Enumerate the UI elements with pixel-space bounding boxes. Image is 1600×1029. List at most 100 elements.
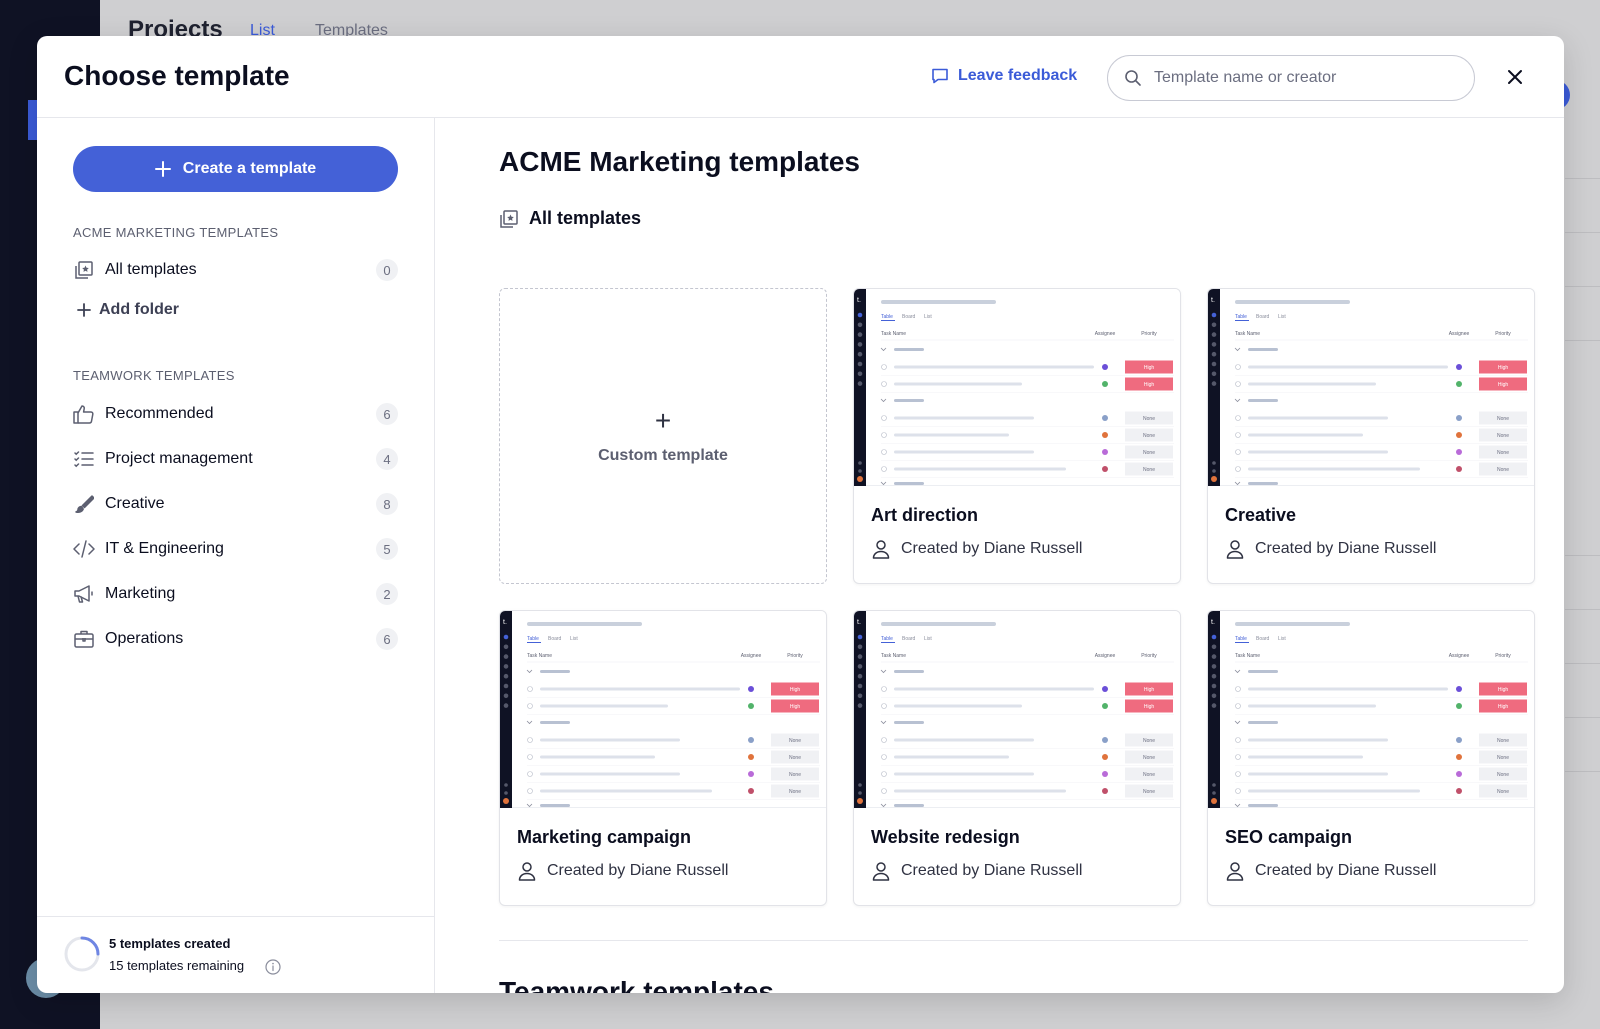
sidebar-item-creative[interactable]: Creative 8 [73,486,398,522]
thumbnail-group-bar [1248,721,1278,724]
thumbnail-tab: Table [527,636,539,642]
plus-icon [77,303,91,317]
thumbnail-col-header: Priority [1141,331,1157,337]
close-button[interactable] [1502,64,1528,90]
leave-feedback-link[interactable]: Leave feedback [930,66,1077,86]
thumbnail-title-bar [527,622,642,626]
template-card[interactable]: t. Table Board List Task Name Assignee Priorit… [853,288,1181,584]
info-icon[interactable] [265,959,281,975]
person-icon [872,540,890,559]
thumbnail-rail-dot [1211,664,1217,669]
app-bg-divider [1565,663,1600,664]
thumbnail-group-bar [1248,348,1278,351]
thumbnail-avatar [1456,449,1462,455]
thumbnail-group-bar [894,399,924,402]
thumbnail-checkbox [1235,432,1241,438]
sidebar-item-label: Creative [105,495,165,512]
thumbnail-rail-dot [858,461,862,465]
thumbnail-priority-label: High [1144,687,1155,693]
thumbnail-avatar [748,737,754,743]
custom-template-card[interactable]: + Custom template [499,288,827,584]
thumbnail-priority-label: High [1144,704,1155,710]
thumbnail-task-bar [1248,772,1388,776]
thumbnail-tab-underline [881,320,895,321]
thumbnail-checkbox [881,788,887,794]
template-star-icon [500,209,518,228]
sidebar-item-operations[interactable]: Operations 6 [73,621,398,657]
thumbnail-rail-dot [858,469,862,473]
thumbnail-rail-dot [1211,634,1217,640]
count-badge: 6 [376,403,398,425]
thumbnail-task-bar [894,416,1034,420]
person-icon [1226,862,1244,881]
thumbnail-col-header: Task Name [881,331,906,337]
section-title: ACME Marketing templates [499,146,860,177]
thumbnail-task-bar [894,687,1094,691]
thumbnail-rail-dot [503,664,509,669]
creator-label: Created by Diane Russell [1255,540,1437,557]
thumbnail-rail-dot [857,312,863,318]
thumbnail-col-header: Assignee [741,653,762,659]
thumbnail-avatar [748,788,754,794]
thumbnail-rail-avatar [1211,476,1217,482]
thumbnail-avatar [1456,788,1462,794]
thumbnail-avatar [748,754,754,760]
thumbnail-task-bar [540,738,680,742]
thumbnail-group-bar [894,804,924,807]
thumbnail-rail-dot [1211,673,1217,679]
choose-template-modal: Choose template Leave feedback Create a … [37,36,1564,993]
thumbnail-rail-avatar [1211,798,1217,804]
sidebar-item-label: All templates [105,261,197,278]
thumbnail-task-bar [1248,382,1376,386]
thumbnail-task-bar [894,755,1009,759]
thumbnail-rail-dot [503,693,509,699]
briefcase-icon [73,628,95,650]
thumbnail-rail-dot [503,644,509,650]
template-card[interactable]: t. Table Board List Task Name Assignee Priorit… [1207,610,1535,906]
thumbnail-rail-dot [1211,351,1217,357]
sidebar-item-marketing[interactable]: Marketing 2 [73,576,398,612]
template-search-input[interactable] [1154,69,1444,87]
thumbnail-group-bar [1248,482,1278,485]
thumbnail-priority-label: High [790,687,801,693]
template-card[interactable]: t. Table Board List Task Name Assignee Priorit… [853,610,1181,906]
sidebar-item-label: Marketing [105,585,176,602]
thumbnail-task-bar [1248,789,1420,793]
thumbnail-priority-label: High [1144,382,1155,388]
thumbnail-rail-dot [1212,783,1216,787]
creator-label: Created by Diane Russell [547,862,729,879]
thumbnail-group-bar [1248,804,1278,807]
thumbnail-task-bar [540,704,668,708]
thumbnail-priority-label: None [1143,467,1155,473]
sidebar-item-it-engineering[interactable]: IT & Engineering 5 [73,531,398,567]
count-badge: 4 [376,448,398,470]
sidebar-item-label: Operations [105,630,184,647]
subsection-title: All templates [499,208,641,229]
thumbnail-preview: t. Table Board List Task Name Assignee Priorit… [1208,289,1528,486]
template-card[interactable]: t. Table Board List Task Name Assignee Priorit… [1207,288,1535,584]
thumbnail-rail-dot [503,654,509,659]
thumbnail-col-header: Task Name [1235,653,1260,659]
thumbnail-tab: List [924,314,932,320]
thumbnail-chevron [1234,803,1241,808]
thumbnail-rail-dot [857,332,863,337]
sidebar-item-project-management[interactable]: Project management 4 [73,441,398,477]
thumbnail-task-bar [540,789,712,793]
template-card[interactable]: t. Table Board List Task Name Assignee Priorit… [499,610,827,906]
create-template-button[interactable]: Create a template [73,146,398,192]
thumbnail-col-header: Assignee [1449,653,1470,659]
template-name: SEO campaign [1225,827,1353,847]
app-bg-divider [1565,286,1600,287]
thumbnail-rail-dot [1211,361,1217,367]
template-name: Creative [1225,505,1297,525]
thumbnail-priority-label: None [1143,755,1155,761]
add-folder-button[interactable]: Add folder [77,301,179,319]
thumbnail-checkbox [881,754,887,760]
template-search[interactable] [1107,55,1475,101]
template-thumbnail: t. Table Board List Task Name Assignee Priorit… [854,289,1180,486]
sidebar-item-all-templates[interactable]: All templates 0 [73,252,398,288]
sidebar-item-recommended[interactable]: Recommended 6 [73,396,398,432]
thumbnail-tab: Table [881,636,893,642]
count-badge: 8 [376,493,398,515]
thumbnail-task-bar [1248,704,1376,708]
